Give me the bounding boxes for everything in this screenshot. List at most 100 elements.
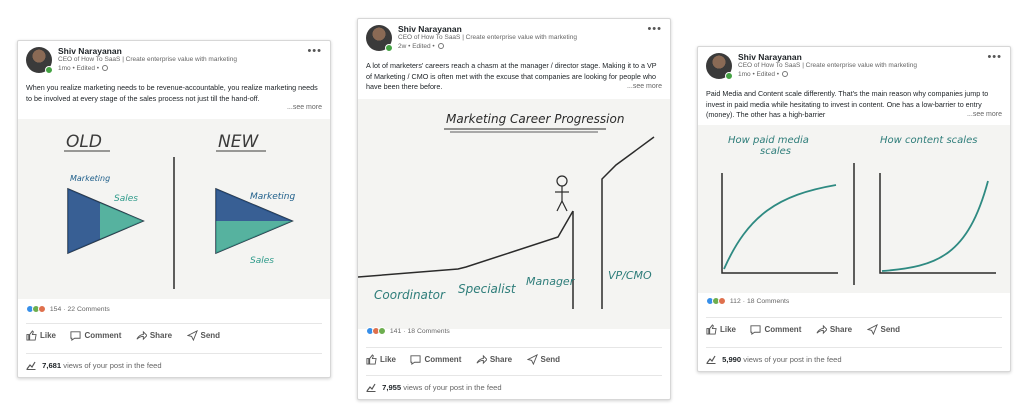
comment-label: Comment [84, 331, 122, 340]
like-button[interactable]: Like [366, 354, 396, 365]
like-label: Like [40, 331, 57, 340]
see-more-link[interactable]: ...see more [283, 104, 322, 111]
coordinator-label: Coordinator [374, 288, 446, 302]
like-button[interactable]: Like [706, 324, 736, 335]
action-bar: Like Comment Share Send [706, 317, 1002, 335]
send-label: Send [200, 331, 221, 340]
career-progression-drawing: Marketing Career Progression Coordinator… [358, 112, 655, 309]
more-options-icon[interactable]: ••• [647, 23, 662, 35]
comment-button[interactable]: Comment [750, 324, 801, 335]
views-summary[interactable]: 5,990 views of your post in the feed [706, 347, 1002, 364]
content-title: How content scales [880, 135, 977, 146]
author-name[interactable]: Shiv Narayanan [398, 24, 462, 34]
thumbs-up-icon [706, 324, 717, 335]
post-text: When you realize marketing needs to be r… [26, 83, 318, 103]
post-image[interactable]: OLD NEW Marketing Sales Marketing Sales [18, 119, 330, 299]
love-reaction-icon [38, 305, 46, 313]
comment-count[interactable]: 22 Comments [68, 306, 110, 313]
post-meta: 2w • Edited • [398, 43, 444, 50]
share-icon [476, 354, 487, 365]
comment-icon [750, 325, 762, 335]
celebrate-reaction-icon [378, 327, 386, 335]
analytics-icon [366, 383, 376, 392]
globe-icon [437, 43, 444, 49]
share-label: Share [489, 355, 513, 364]
send-icon [526, 354, 538, 365]
new-title: NEW [218, 132, 259, 152]
reaction-count: 154 [49, 306, 62, 313]
action-bar: Like Comment Share Send [26, 323, 322, 341]
post-header: Shiv Narayanan CEO of How To SaaS | Crea… [366, 23, 662, 55]
send-button[interactable]: Send [186, 330, 221, 341]
send-button[interactable]: Send [526, 354, 560, 365]
analytics-icon [26, 361, 36, 370]
share-label: Share [149, 331, 173, 340]
post-card-3: Shiv Narayanan CEO of How To SaaS | Crea… [697, 46, 1011, 372]
more-options-icon[interactable]: ••• [307, 45, 322, 57]
paid-title-line2: scales [760, 146, 791, 157]
see-more-link[interactable]: ...see more [963, 111, 1002, 118]
post-meta: 1mo • Edited • [58, 65, 108, 72]
share-label: Share [829, 325, 853, 334]
drawing-title: Marketing Career Progression [446, 112, 624, 126]
author-name[interactable]: Shiv Narayanan [58, 46, 122, 56]
comment-icon [410, 355, 422, 365]
avatar[interactable] [706, 53, 733, 80]
post-text: Paid Media and Content scale differently… [706, 89, 989, 119]
comment-button[interactable]: Comment [70, 330, 121, 341]
author-headline: CEO of How To SaaS | Create enterprise v… [58, 56, 237, 63]
post-meta: 1mo • Edited • [738, 71, 788, 78]
views-suffix: views of your post in the feed [63, 361, 162, 370]
share-icon [816, 324, 827, 335]
old-vs-new-funnel-drawing: OLD NEW Marketing Sales Marketing Sales [64, 132, 295, 289]
new-sales-label: Sales [250, 256, 274, 266]
reaction-summary[interactable]: 141 · 18 Comments [366, 327, 450, 335]
comment-count[interactable]: 18 Comments [747, 298, 789, 305]
post-header: Shiv Narayanan CEO of How To SaaS | Crea… [706, 51, 1002, 83]
views-summary[interactable]: 7,955 views of your post in the feed [366, 375, 662, 392]
online-status-icon [45, 66, 53, 74]
reaction-summary[interactable]: 154 · 22 Comments [26, 305, 110, 313]
comment-label: Comment [764, 325, 802, 334]
reaction-count: 141 [389, 328, 402, 335]
comment-count[interactable]: 18 Comments [408, 328, 450, 335]
like-button[interactable]: Like [26, 330, 56, 341]
author-name[interactable]: Shiv Narayanan [738, 52, 802, 62]
reaction-summary[interactable]: 112 · 18 Comments [706, 297, 789, 305]
specialist-label: Specialist [458, 282, 517, 296]
paid-vs-content-scaling-drawing: How paid media scales How content scales [721, 135, 996, 285]
author-headline: CEO of How To SaaS | Create enterprise v… [398, 34, 577, 41]
old-title: OLD [66, 132, 102, 152]
thumbs-up-icon [26, 330, 37, 341]
action-bar: Like Comment Share Send [366, 347, 662, 365]
comment-icon [70, 331, 82, 341]
avatar[interactable] [26, 47, 53, 74]
old-marketing-label: Marketing [70, 174, 110, 183]
views-count: 7,955 [382, 383, 402, 392]
globe-icon [101, 65, 108, 71]
post-text: A lot of marketers' careers reach a chas… [366, 61, 657, 91]
send-icon [866, 324, 878, 335]
views-suffix: views of your post in the feed [743, 355, 842, 364]
new-marketing-label: Marketing [250, 192, 295, 202]
vp-label: VP/CMO [608, 269, 652, 282]
views-suffix: views of your post in the feed [403, 383, 502, 392]
comment-button[interactable]: Comment [410, 354, 461, 365]
share-icon [136, 330, 147, 341]
online-status-icon [385, 44, 393, 52]
author-headline: CEO of How To SaaS | Create enterprise v… [738, 62, 917, 69]
send-button[interactable]: Send [866, 324, 901, 335]
avatar[interactable] [366, 25, 393, 52]
manager-label: Manager [526, 275, 576, 288]
see-more-link[interactable]: ...see more [623, 83, 662, 90]
views-summary[interactable]: 7,681 views of your post in the feed [26, 353, 322, 370]
share-button[interactable]: Share [816, 324, 852, 335]
send-label: Send [880, 325, 901, 334]
share-button[interactable]: Share [476, 354, 512, 365]
views-count: 5,990 [722, 355, 742, 364]
analytics-icon [706, 355, 716, 364]
share-button[interactable]: Share [136, 330, 172, 341]
post-image[interactable]: How paid media scales How content scales [698, 125, 1010, 293]
more-options-icon[interactable]: ••• [987, 51, 1002, 63]
post-image[interactable]: Marketing Career Progression Coordinator… [358, 99, 670, 329]
